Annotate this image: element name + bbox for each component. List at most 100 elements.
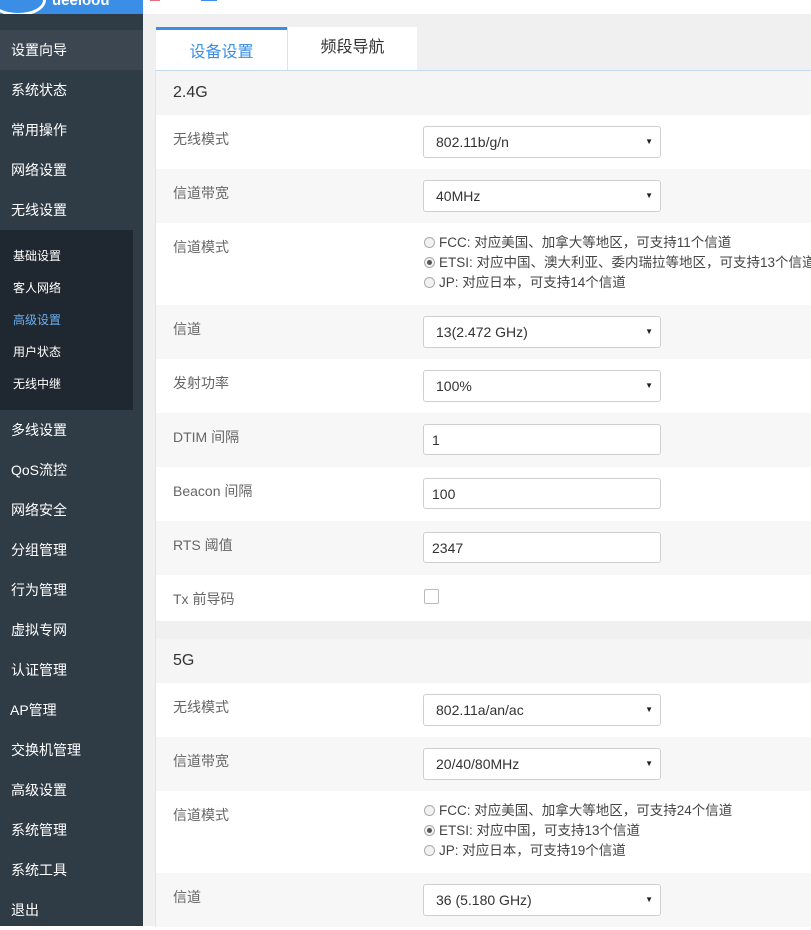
label-rts-24g: RTS 阈值 xyxy=(173,537,233,553)
radio-option-jp-24g[interactable]: JP: 对应日本，可支持14个信道 xyxy=(424,273,626,293)
section-title-5g: 5G xyxy=(156,639,811,683)
input-rts-24g[interactable]: 2347 xyxy=(423,532,661,563)
select-channel-24g[interactable]: 13(2.472 GHz) ▼ xyxy=(423,316,661,348)
select-tx-power-24g[interactable]: 100% ▼ xyxy=(423,370,661,402)
sidebar-item-network-settings[interactable]: 网络设置 xyxy=(0,150,143,190)
select-value: 100% xyxy=(436,378,472,394)
wireless-submenu: 基础设置 客人网络 高级设置 用户状态 无线中继 xyxy=(0,230,133,410)
row-tx-preamble-24g: Tx 前导码 xyxy=(156,575,811,621)
logo-icon xyxy=(0,0,46,14)
row-wireless-mode-24g: 无线模式 802.11b/g/n ▼ xyxy=(156,115,811,169)
caret-down-icon: ▼ xyxy=(645,137,653,146)
sidebar-item-ap-management[interactable]: AP管理 xyxy=(0,690,143,730)
select-wireless-mode-24g[interactable]: 802.11b/g/n ▼ xyxy=(423,126,661,158)
select-bandwidth-5g[interactable]: 20/40/80MHz ▼ xyxy=(423,748,661,780)
select-value: 13(2.472 GHz) xyxy=(436,324,528,340)
label-channel-5g: 信道 xyxy=(173,889,201,905)
submenu-item-guest-network[interactable]: 客人网络 xyxy=(0,272,133,304)
label-dtim-24g: DTIM 间隔 xyxy=(173,429,240,445)
sidebar-item-setup-wizard[interactable]: 设置向导 xyxy=(0,30,143,70)
select-value: 36 (5.180 GHz) xyxy=(436,892,532,908)
sidebar-item-switch-management[interactable]: 交换机管理 xyxy=(0,730,143,770)
sidebar-item-behavior-management[interactable]: 行为管理 xyxy=(0,570,143,610)
caret-down-icon: ▼ xyxy=(645,327,653,336)
tab-device-settings[interactable]: 设备设置 xyxy=(156,27,287,70)
sidebar-item-auth-management[interactable]: 认证管理 xyxy=(0,650,143,690)
select-wireless-mode-5g[interactable]: 802.11a/an/ac ▼ xyxy=(423,694,661,726)
radio-label: FCC: 对应美国、加拿大等地区，可支持11个信道 xyxy=(439,235,732,250)
select-channel-5g[interactable]: 36 (5.180 GHz) ▼ xyxy=(423,884,661,916)
label-bandwidth-24g: 信道带宽 xyxy=(173,185,229,201)
label-tx-preamble-24g: Tx 前导码 xyxy=(173,591,235,607)
section-divider xyxy=(156,621,811,639)
header-accent-line xyxy=(150,0,160,1)
submenu-item-wireless-repeater[interactable]: 无线中继 xyxy=(0,368,133,400)
row-beacon-24g: Beacon 间隔 100 xyxy=(156,467,811,521)
select-value: 802.11a/an/ac xyxy=(436,702,524,718)
row-wireless-mode-5g: 无线模式 802.11a/an/ac ▼ xyxy=(156,683,811,737)
select-value: 20/40/80MHz xyxy=(436,756,520,772)
submenu-item-advanced-settings[interactable]: 高级设置 xyxy=(0,304,133,336)
sidebar-item-multi-wan[interactable]: 多线设置 xyxy=(0,410,143,450)
radio-label: FCC: 对应美国、加拿大等地区，可支持24个信道 xyxy=(439,803,733,818)
radio-option-fcc-24g[interactable]: FCC: 对应美国、加拿大等地区，可支持11个信道 xyxy=(424,233,731,253)
row-bandwidth-5g: 信道带宽 20/40/80MHz ▼ xyxy=(156,737,811,791)
input-beacon-24g[interactable]: 100 xyxy=(423,478,661,509)
caret-down-icon: ▼ xyxy=(645,705,653,714)
radio-label: JP: 对应日本，可支持14个信道 xyxy=(439,275,626,290)
section-title-24g: 2.4G xyxy=(156,71,811,115)
sidebar-item-advanced-settings[interactable]: 高级设置 xyxy=(0,770,143,810)
sidebar-item-system-tools[interactable]: 系统工具 xyxy=(0,850,143,890)
radio-button xyxy=(424,277,435,288)
label-wireless-mode-5g: 无线模式 xyxy=(173,699,229,715)
radio-option-jp-5g[interactable]: JP: 对应日本，可支持19个信道 xyxy=(424,841,626,861)
radio-option-etsi-5g[interactable]: ETSI: 对应中国，可支持13个信道 xyxy=(424,821,640,841)
sidebar-item-common-operations[interactable]: 常用操作 xyxy=(0,110,143,150)
caret-down-icon: ▼ xyxy=(645,381,653,390)
sidebar-item-logout[interactable]: 退出 xyxy=(0,890,143,930)
submenu-item-basic-settings[interactable]: 基础设置 xyxy=(0,240,133,272)
sidebar: ueeioou 设置向导 系统状态 常用操作 网络设置 无线设置 基础设置 客人… xyxy=(0,0,143,926)
tab-band-navigation[interactable]: 频段导航 xyxy=(287,27,417,70)
row-tx-power-24g: 发射功率 100% ▼ xyxy=(156,359,811,413)
radio-option-etsi-24g[interactable]: ETSI: 对应中国、澳大利亚、委内瑞拉等地区，可支持13个信道 xyxy=(424,253,811,273)
row-channel-5g: 信道 36 (5.180 GHz) ▼ xyxy=(156,873,811,927)
checkbox-tx-preamble-24g[interactable] xyxy=(424,589,439,604)
select-bandwidth-24g[interactable]: 40MHz ▼ xyxy=(423,180,661,212)
row-channel-24g: 信道 13(2.472 GHz) ▼ xyxy=(156,305,811,359)
label-channel-mode-24g: 信道模式 xyxy=(173,239,229,255)
radio-button xyxy=(424,845,435,856)
sidebar-item-system-management[interactable]: 系统管理 xyxy=(0,810,143,850)
radio-button xyxy=(424,237,435,248)
label-tx-power-24g: 发射功率 xyxy=(173,375,229,391)
submenu-item-user-status[interactable]: 用户状态 xyxy=(0,336,133,368)
input-value: 2347 xyxy=(432,540,464,556)
brand-logo[interactable]: ueeioou xyxy=(0,0,143,14)
top-header xyxy=(143,0,811,14)
sidebar-item-vpn[interactable]: 虚拟专网 xyxy=(0,610,143,650)
input-dtim-24g[interactable]: 1 xyxy=(423,424,661,455)
radio-button xyxy=(424,805,435,816)
caret-down-icon: ▼ xyxy=(645,759,653,768)
input-value: 100 xyxy=(432,486,456,502)
settings-panel: 2.4G 无线模式 802.11b/g/n ▼ 信道带宽 40MHz ▼ 信道模… xyxy=(155,70,811,927)
sidebar-item-qos[interactable]: QoS流控 xyxy=(0,450,143,490)
select-value: 802.11b/g/n xyxy=(436,134,509,150)
input-value: 1 xyxy=(432,432,440,448)
sidebar-item-group-management[interactable]: 分组管理 xyxy=(0,530,143,570)
row-bandwidth-24g: 信道带宽 40MHz ▼ xyxy=(156,169,811,223)
sidebar-item-network-security[interactable]: 网络安全 xyxy=(0,490,143,530)
sidebar-item-system-status[interactable]: 系统状态 xyxy=(0,70,143,110)
row-channel-mode-5g: 信道模式 FCC: 对应美国、加拿大等地区，可支持24个信道 ETSI: 对应中… xyxy=(156,791,811,873)
radio-option-fcc-5g[interactable]: FCC: 对应美国、加拿大等地区，可支持24个信道 xyxy=(424,801,732,821)
label-wireless-mode-24g: 无线模式 xyxy=(173,131,229,147)
main-content: 设备设置 频段导航 2.4G 无线模式 802.11b/g/n ▼ 信道带宽 4… xyxy=(143,14,811,927)
header-accent-line-blue xyxy=(201,0,217,1)
sidebar-item-wireless-settings[interactable]: 无线设置 xyxy=(0,190,143,230)
caret-down-icon: ▼ xyxy=(645,191,653,200)
label-beacon-24g: Beacon 间隔 xyxy=(173,483,253,499)
radio-label: JP: 对应日本，可支持19个信道 xyxy=(439,843,626,858)
radio-label: ETSI: 对应中国，可支持13个信道 xyxy=(439,823,641,838)
select-value: 40MHz xyxy=(436,188,481,204)
radio-label: ETSI: 对应中国、澳大利亚、委内瑞拉等地区，可支持13个信道 xyxy=(439,255,811,270)
